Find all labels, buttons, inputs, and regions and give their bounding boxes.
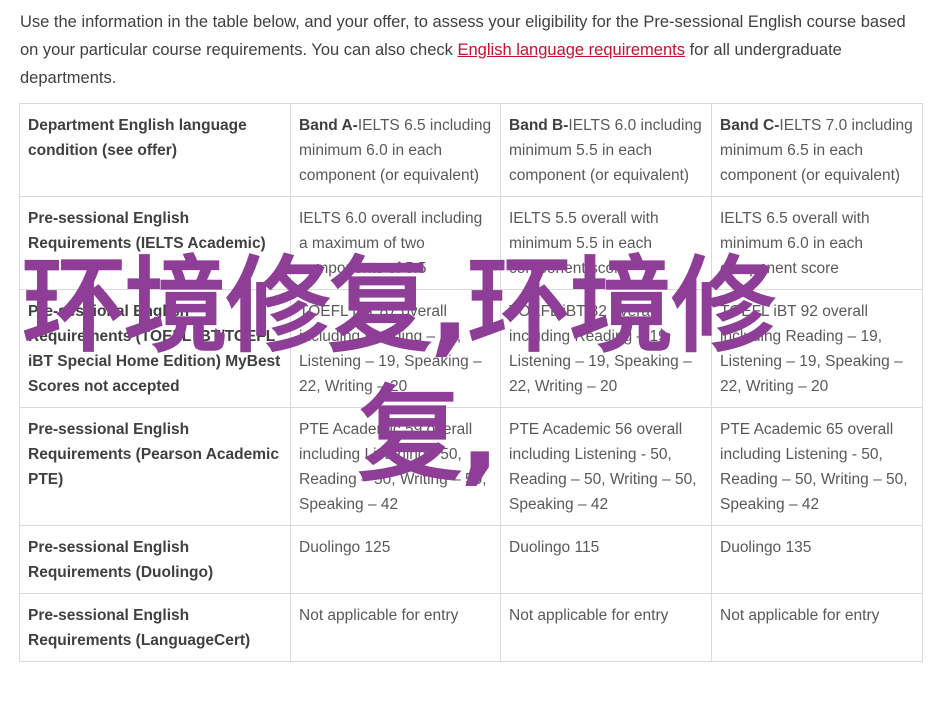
table-row: Pre-sessional English Requirements (Lang… — [19, 593, 923, 662]
table-cell: Not applicable for entry — [290, 593, 501, 662]
row-label: Pre-sessional English Requirements (Duol… — [19, 525, 291, 594]
row-label: Pre-sessional English Requirements (TOEF… — [19, 289, 291, 408]
table-cell: Duolingo 115 — [500, 525, 712, 594]
band-label: Band A- — [299, 117, 358, 134]
table-row: Pre-sessional English Requirements (IELT… — [19, 196, 923, 290]
english-requirements-link[interactable]: English language requirements — [458, 41, 685, 59]
row-label: Department English language condition (s… — [19, 103, 291, 197]
table-row: Pre-sessional English Requirements (TOEF… — [19, 289, 923, 408]
table-row: Pre-sessional English Requirements (Pear… — [19, 407, 923, 526]
table-cell: TOEFL iBT 92 overall including Reading –… — [711, 289, 923, 408]
intro-paragraph: Use the information in the table below, … — [20, 8, 925, 92]
row-label: Pre-sessional English Requirements (Lang… — [19, 593, 291, 662]
table-cell: PTE Academic 59 overall including Listen… — [290, 407, 501, 526]
table-cell: Duolingo 135 — [711, 525, 923, 594]
requirements-table: Department English language condition (s… — [19, 103, 923, 662]
table-cell: TOEFL iBT 82 overall including Reading –… — [500, 289, 712, 408]
table-cell: PTE Academic 65 overall including Listen… — [711, 407, 923, 526]
row-label: Pre-sessional English Requirements (IELT… — [19, 196, 291, 290]
table-cell: Band C-IELTS 7.0 including minimum 6.5 i… — [711, 103, 923, 197]
table-cell: TOEFL iBT 87 overall including Reading –… — [290, 289, 501, 408]
table-cell: IELTS 6.5 overall with minimum 6.0 in ea… — [711, 196, 923, 290]
table-row: Department English language condition (s… — [19, 103, 923, 197]
table-cell: IELTS 5.5 overall with minimum 5.5 in ea… — [500, 196, 712, 290]
table-row: Pre-sessional English Requirements (Duol… — [19, 525, 923, 594]
table-cell: Duolingo 125 — [290, 525, 501, 594]
table-cell: Band A-IELTS 6.5 including minimum 6.0 i… — [290, 103, 501, 197]
band-label: Band C- — [720, 117, 780, 134]
table-cell: PTE Academic 56 overall including Listen… — [500, 407, 712, 526]
table-cell: Band B-IELTS 6.0 including minimum 5.5 i… — [500, 103, 712, 197]
row-label: Pre-sessional English Requirements (Pear… — [19, 407, 291, 526]
table-cell: IELTS 6.0 overall including a maximum of… — [290, 196, 501, 290]
table-cell: Not applicable for entry — [500, 593, 712, 662]
table-cell: Not applicable for entry — [711, 593, 923, 662]
band-label: Band B- — [509, 117, 569, 134]
